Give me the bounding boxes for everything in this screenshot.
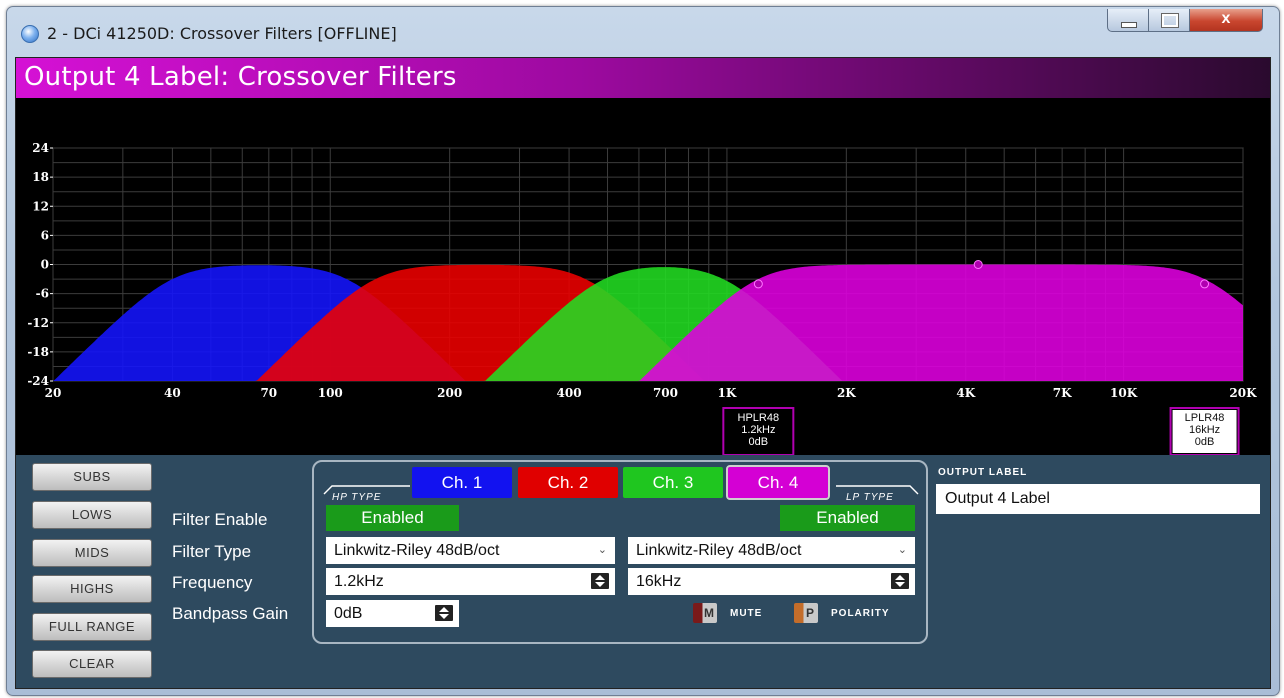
hp-filter-type-value: Linkwitz-Riley 48dB/oct (334, 542, 500, 559)
tab-ch4[interactable]: Ch. 4 (726, 465, 830, 500)
hp-frequency-value: 1.2kHz (334, 573, 384, 590)
preset-subs-button[interactable]: SUBS (32, 463, 152, 491)
close-button[interactable]: x (1189, 9, 1263, 32)
x-tick-label: 1K (718, 386, 737, 400)
maximize-icon (1161, 13, 1179, 28)
mute-label: MUTE (730, 608, 763, 619)
hp-handle (753, 279, 763, 289)
hp-frequency-field[interactable]: 1.2kHz (326, 568, 615, 595)
crossover-graph-svg[interactable]: 24181260-6-12-18-2420 40 70 100 200 400 700 1K 2… (16, 98, 1270, 455)
chevron-down-icon: ⌄ (597, 544, 607, 556)
tab-ch2[interactable]: Ch. 2 (518, 467, 618, 498)
x-tick-label: 700 (653, 386, 678, 400)
chevron-down-icon: ⌄ (897, 544, 907, 556)
bandpass-gain-label: Bandpass Gain (172, 604, 289, 623)
polarity-icon: P (805, 606, 814, 620)
y-tick-label: 6 (41, 228, 49, 242)
y-tick-label: 0 (41, 258, 49, 272)
marker-label: 1.2kHz (741, 424, 775, 436)
spinner-icon[interactable] (435, 605, 453, 621)
tab-ch1[interactable]: Ch. 1 (412, 467, 512, 498)
mute-button[interactable]: M (693, 603, 717, 623)
page-header: Output 4 Label: Crossover Filters (16, 58, 1270, 98)
client-area: Output 4 Label: Crossover Filters 24 18 12… (15, 57, 1271, 689)
window-title: 2 - DCi 41250D: Crossover Filters [OFFLI… (47, 24, 397, 43)
marker-label: 0dB (749, 436, 769, 448)
maximize-button[interactable] (1148, 9, 1190, 32)
app-window: 2 - DCi 41250D: Crossover Filters [OFFLI… (6, 6, 1280, 696)
lp-frequency-field[interactable]: 16kHz (628, 568, 915, 595)
preset-mids-button[interactable]: MIDS (32, 539, 152, 567)
y-tick-label: 24 (32, 141, 49, 155)
y-tick-label: -12 (27, 316, 49, 330)
preset-highs-button[interactable]: HIGHS (32, 575, 152, 603)
minimize-button[interactable] (1107, 9, 1149, 32)
preset-clear-button[interactable]: CLEAR (32, 650, 152, 678)
page-title: Output 4 Label: Crossover Filters (24, 62, 457, 92)
filter-enable-label: Filter Enable (172, 510, 268, 529)
spinner-icon[interactable] (891, 573, 909, 589)
x-tick-label: 40 (164, 386, 181, 400)
x-tick-label: 10K (1110, 386, 1138, 400)
gain-handle (973, 260, 983, 269)
lp-filter-type-value: Linkwitz-Riley 48dB/oct (636, 542, 802, 559)
x-tick-label: 400 (557, 386, 582, 400)
x-tick-label: 20 (45, 386, 62, 400)
hp-enable-button[interactable]: Enabled (326, 505, 459, 531)
close-icon: x (1221, 10, 1231, 27)
y-tick-label: -18 (27, 345, 49, 359)
tab-ch3[interactable]: Ch. 3 (623, 467, 723, 498)
lp-handle (1200, 279, 1210, 289)
marker-label: 0dB (1195, 436, 1215, 448)
output-label-input[interactable]: Output 4 Label (936, 484, 1260, 514)
app-icon (21, 25, 39, 43)
lp-filter-type-select[interactable]: Linkwitz-Riley 48dB/oct ⌄ (628, 537, 915, 564)
y-tick-label: 18 (32, 170, 49, 184)
output-label-title: OUTPUT LABEL (938, 467, 1028, 478)
minimize-icon (1121, 22, 1137, 28)
lp-frequency-value: 16kHz (636, 573, 682, 590)
x-tick-label: 200 (437, 386, 462, 400)
x-tick-label: 7K (1053, 386, 1072, 400)
bandpass-gain-value: 0dB (334, 605, 363, 622)
polarity-button[interactable]: P (794, 603, 818, 623)
spinner-icon[interactable] (591, 573, 609, 589)
polarity-label: POLARITY (831, 608, 890, 619)
marker-label: LPLR48 (1185, 412, 1225, 424)
bandpass-gain-field[interactable]: 0dB (326, 600, 459, 627)
frequency-label: Frequency (172, 573, 253, 592)
x-tick-label: 4K (956, 386, 975, 400)
filter-type-label: Filter Type (172, 542, 252, 561)
marker-label: 16kHz (1189, 424, 1220, 436)
hp-tag-line (323, 485, 410, 495)
x-tick-label: 2K (837, 386, 856, 400)
crossover-graph[interactable]: 24 18 12 6 0 -6 -12 -18 -24 20 40 70 100 200 400 700 1K 2… (16, 98, 1270, 455)
preset-full-range-button[interactable]: FULL RANGE (32, 613, 152, 641)
preset-lows-button[interactable]: LOWS (32, 501, 152, 529)
title-bar[interactable]: 2 - DCi 41250D: Crossover Filters [OFFLI… (7, 7, 1279, 59)
lp-tag-line (836, 485, 919, 495)
mute-icon: M (704, 606, 714, 620)
x-tick-label: 20K (1229, 386, 1257, 400)
marker-label: HPLR48 (738, 412, 780, 424)
y-tick-label: -6 (36, 287, 49, 301)
y-tick-label: 12 (32, 199, 49, 213)
hp-filter-type-select[interactable]: Linkwitz-Riley 48dB/oct ⌄ (326, 537, 615, 564)
x-tick-label: 100 (318, 386, 343, 400)
lp-enable-button[interactable]: Enabled (780, 505, 915, 531)
x-tick-label: 70 (260, 386, 277, 400)
